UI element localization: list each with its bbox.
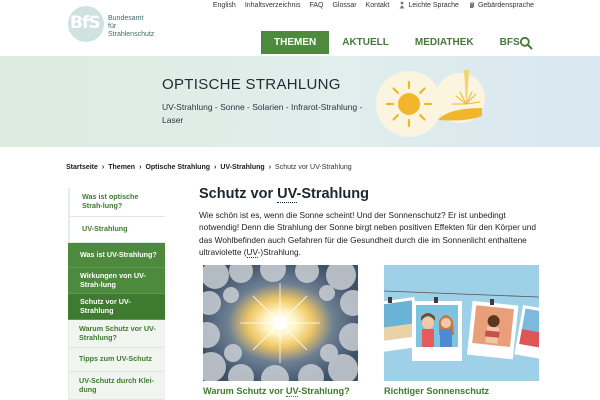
topic-banner: OPTISCHE STRAHLUNG UV-Strahlung - Sonne … (0, 56, 600, 147)
meta-link-label: Leichte Sprache (408, 1, 459, 9)
breadcrumb-current: Schutz vor UV-Strahlung (275, 164, 352, 171)
meta-link-label: Glossar (332, 1, 357, 9)
meta-link-english[interactable]: English (213, 2, 236, 9)
teaser-title-post: -Strahlung? (298, 386, 350, 396)
sun-through-clouds-photo (203, 265, 358, 381)
meta-link-inhaltsverzeichnis[interactable]: Inhaltsverzeichnis (245, 2, 301, 9)
intro-text: Wie schön ist es, wenn die Sonne scheint… (199, 209, 541, 259)
meta-link-label: Kontakt (365, 1, 390, 9)
sidebar-item-kleidung[interactable]: UV-Schutz durch Klei-dung (68, 372, 165, 400)
chevron-right-icon: › (101, 164, 105, 171)
teaser-title-pre: Warum Schutz vor (203, 386, 286, 396)
sun-through-clouds-image (203, 265, 358, 381)
meta-link-faq[interactable]: FAQ (309, 2, 323, 9)
banner-title: OPTISCHE STRAHLUNG (162, 76, 341, 93)
page-title: Schutz vor UV-Strahlung (199, 186, 541, 203)
chevron-right-icon: › (214, 164, 217, 171)
breadcrumb-themen[interactable]: Themen (108, 164, 135, 171)
breadcrumb: Startseite › Themen › Optische Strahlung… (66, 164, 352, 171)
sidebar-item-schutz-vor-uv[interactable]: Schutz vor UV-Strahlung (68, 294, 165, 320)
sidebar-item-tipps[interactable]: Tipps zum UV-Schutz (68, 348, 165, 372)
meta-link-glossar[interactable]: Glossar (332, 2, 356, 9)
chevron-right-icon: › (268, 164, 272, 171)
teaser-card-title[interactable]: Warum Schutz vor UV-Strahlung? (203, 386, 358, 397)
meta-link-leichte-sprache[interactable]: Leichte Sprache (398, 1, 459, 9)
holiday-photos-image (384, 265, 539, 381)
meta-link-gebaerdensprache[interactable]: Gebärdensprache (468, 1, 534, 9)
breadcrumb-uv-strahlung[interactable]: UV-Strahlung (220, 164, 264, 171)
sidebar-item-wirkungen[interactable]: Wirkungen von UV-Strah-lung (68, 268, 165, 294)
nav-tab-aktuell[interactable]: AKTUELL (329, 31, 402, 54)
teaser-card[interactable]: Richtiger Sonnenschutz (384, 265, 539, 400)
logo-line-2: für Strahlenschutz (108, 23, 155, 38)
main-navigation: THEMEN AKTUELL MEDIATHEK BFS (261, 31, 533, 54)
meta-link-label: FAQ (309, 1, 324, 9)
nav-tab-mediathek[interactable]: MEDIATHEK (402, 31, 487, 54)
main-content: Schutz vor UV-Strahlung Wie schön ist es… (199, 186, 541, 259)
sidebar-item-optische-strahlung[interactable]: Was ist optische Strah-lung? (68, 188, 165, 217)
logo-line-1: Bundesamt (108, 15, 144, 22)
logo-text: Bundesamt für Strahlenschutz (108, 15, 164, 39)
site-header: BfS Bundesamt für Strahlenschutz English… (0, 0, 600, 56)
abbreviation-uv[interactable]: UV (246, 247, 258, 259)
intro-text-post: -)Strahlung. (257, 247, 301, 258)
teaser-card-title[interactable]: Richtiger Sonnenschutz (384, 386, 539, 396)
breadcrumb-startseite[interactable]: Startseite (66, 164, 98, 171)
sign-language-icon (469, 2, 474, 8)
banner-subtitle: UV-Strahlung - Sonne - Solarien - Infrar… (162, 102, 363, 125)
nav-tab-themen[interactable]: THEMEN (261, 31, 330, 54)
abbreviation-uv[interactable]: UV (285, 386, 299, 397)
breadcrumb-optische-strahlung[interactable]: Optische Strahlung (145, 164, 210, 171)
page-title-pre: Schutz vor (199, 186, 278, 202)
meta-link-label: Inhaltsverzeichnis (244, 1, 301, 9)
abbreviation-uv[interactable]: UV (277, 186, 297, 203)
easy-language-icon (399, 1, 405, 9)
teaser-card[interactable]: Warum Schutz vor UV-Strahlung? (203, 265, 358, 400)
bfs-logo[interactable]: BfS Bundesamt für Strahlenschutz (68, 6, 164, 42)
meta-link-kontakt[interactable]: Kontakt (366, 2, 390, 9)
sun-laser-illustration (376, 70, 485, 137)
sidebar-item-warum-schutz[interactable]: Warum Schutz vor UV-Strahlung? (68, 320, 165, 348)
meta-link-label: English (212, 1, 236, 9)
sidebar-item-uv-strahlung[interactable]: UV-Strahlung (68, 217, 165, 243)
sidebar-item-was-ist-uv[interactable]: Was ist UV-Strahlung? (68, 243, 165, 268)
chevron-right-icon: › (139, 164, 142, 171)
logo-mark: BfS (70, 13, 101, 33)
meta-navigation: English Inhaltsverzeichnis FAQ Glossar K… (213, 0, 534, 10)
page-title-post: -Strahlung (296, 186, 370, 202)
holiday-photos-illustration (384, 265, 539, 381)
sidebar-navigation: Was ist optische Strah-lung? UV-Strahlun… (68, 188, 165, 400)
meta-link-label: Gebärdensprache (477, 1, 534, 9)
search-icon[interactable] (519, 36, 533, 50)
